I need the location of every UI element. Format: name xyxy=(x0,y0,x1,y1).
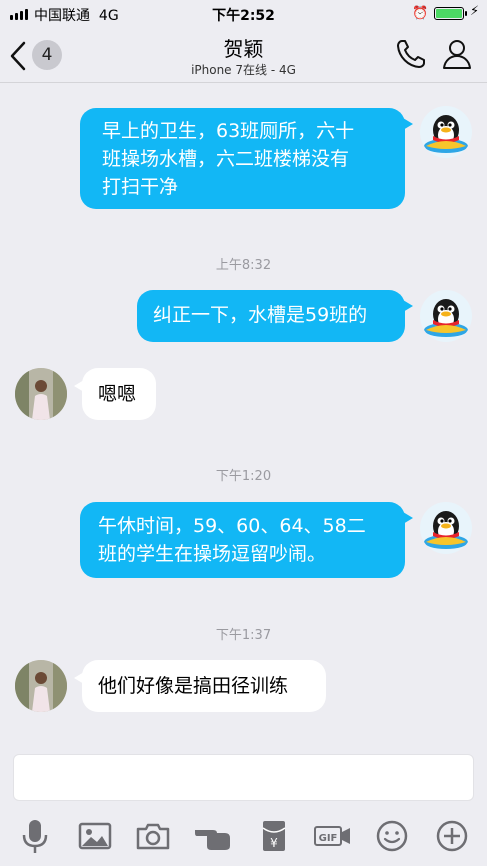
photo-button[interactable] xyxy=(75,816,115,856)
my-avatar[interactable] xyxy=(420,290,472,342)
person-icon xyxy=(443,40,471,69)
profile-button[interactable] xyxy=(440,37,476,73)
emoji-icon xyxy=(376,820,408,852)
status-bar: 中国联通 4G 下午2:52 ⏰ ⚡ xyxy=(0,0,487,28)
bubble-tail xyxy=(403,512,413,524)
qq-penguin-icon xyxy=(424,115,468,153)
message-input[interactable] xyxy=(13,754,474,801)
my-avatar[interactable] xyxy=(420,106,472,158)
poke-hand-icon xyxy=(195,830,230,850)
red-packet-button[interactable]: ¥ xyxy=(254,816,294,856)
gif-button[interactable]: GIF xyxy=(313,816,353,856)
received-message[interactable]: 嗯嗯 xyxy=(82,368,156,420)
voice-button[interactable] xyxy=(15,816,55,856)
svg-text:GIF: GIF xyxy=(319,833,338,844)
qq-penguin-icon xyxy=(424,511,468,549)
image-icon xyxy=(78,822,112,850)
message-timestamp: 下午1:20 xyxy=(215,469,272,484)
contact-photo xyxy=(15,660,67,712)
contact-avatar[interactable] xyxy=(15,660,67,712)
contact-photo xyxy=(15,368,67,420)
message-timestamp: 下午1:37 xyxy=(215,628,272,643)
call-button[interactable] xyxy=(394,37,430,73)
bubble-tail xyxy=(403,118,413,130)
sent-message[interactable]: 午休时间，59、60、64、58二 班的学生在操场逗留吵闹。 xyxy=(80,502,405,578)
microphone-icon xyxy=(22,820,48,853)
more-button[interactable] xyxy=(432,816,472,856)
my-avatar[interactable] xyxy=(420,502,472,554)
contact-avatar[interactable] xyxy=(15,368,67,420)
qq-penguin-icon xyxy=(424,299,468,337)
received-message[interactable]: 他们好像是搞田径训练 xyxy=(82,660,326,712)
bubble-tail xyxy=(403,300,413,312)
sent-message[interactable]: 纠正一下，水槽是59班的 xyxy=(137,290,405,342)
emoji-button[interactable] xyxy=(372,816,412,856)
battery-icon xyxy=(434,7,467,20)
message-timestamp: 上午8:32 xyxy=(215,258,272,273)
sent-message[interactable]: 早上的卫生，63班厕所，六十 班操场水槽，六二班楼梯没有 打扫干净 xyxy=(80,108,405,209)
red-packet-icon: ¥ xyxy=(262,821,286,851)
alarm-icon: ⏰ xyxy=(412,6,429,21)
svg-text:¥: ¥ xyxy=(270,836,278,850)
chat-toolbar: ¥ GIF xyxy=(0,808,487,862)
charging-icon: ⚡ xyxy=(470,4,480,19)
camera-button[interactable] xyxy=(133,816,173,856)
poke-button[interactable] xyxy=(193,816,233,856)
camera-icon xyxy=(136,823,170,850)
gif-icon: GIF xyxy=(314,826,350,846)
phone-icon xyxy=(397,40,425,68)
plus-icon xyxy=(436,820,468,852)
chat-header: 4 贺颖 iPhone 7在线 - 4G xyxy=(0,28,487,83)
